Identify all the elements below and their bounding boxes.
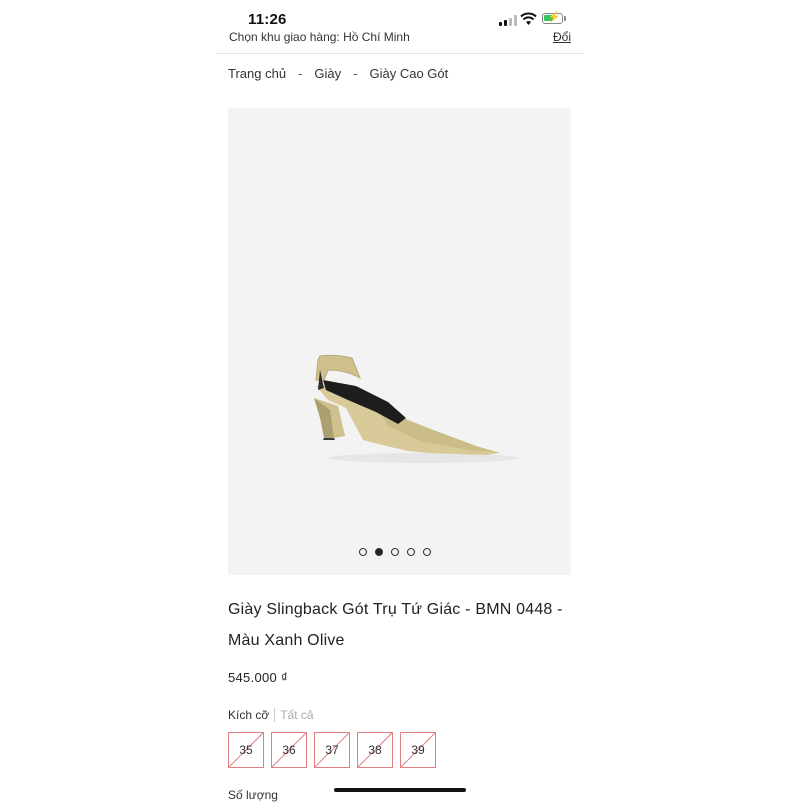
change-delivery-link[interactable]: Đổi — [553, 30, 571, 44]
size-option-label: 39 — [411, 743, 425, 757]
product-price: 545.000 ₫ — [228, 670, 288, 685]
delivery-location-text: Chọn khu giao hàng: Hồ Chí Minh — [229, 30, 410, 44]
size-option-label: 35 — [239, 743, 253, 757]
size-label: Kích cỡ — [228, 708, 270, 722]
size-label-row: Kích cỡ Tất cả — [228, 708, 314, 722]
product-image-gallery[interactable] — [228, 108, 571, 575]
size-option-35[interactable]: 35 — [228, 732, 264, 768]
size-option-38[interactable]: 38 — [357, 732, 393, 768]
size-option-label: 36 — [282, 743, 296, 757]
breadcrumb-high-heels[interactable]: Giày Cao Gót — [369, 66, 448, 81]
carousel-dot-5[interactable] — [423, 548, 431, 556]
cellular-signal-icon — [499, 15, 517, 26]
breadcrumb: Trang chủ - Giày - Giày Cao Gót — [228, 66, 448, 81]
breadcrumb-home[interactable]: Trang chủ — [228, 66, 286, 81]
breadcrumb-separator: - — [298, 66, 303, 81]
carousel-dot-4[interactable] — [407, 548, 415, 556]
carousel-dot-1[interactable] — [359, 548, 367, 556]
breadcrumb-separator: - — [353, 66, 358, 81]
battery-cap — [564, 16, 566, 21]
product-title: Giày Slingback Gót Trụ Tứ Giác - BMN 044… — [228, 601, 563, 649]
product-image — [314, 354, 518, 463]
size-option-36[interactable]: 36 — [271, 732, 307, 768]
size-option-39[interactable]: 39 — [400, 732, 436, 768]
home-indicator — [334, 788, 466, 792]
carousel-dots — [359, 548, 431, 556]
carousel-dot-3[interactable] — [391, 548, 399, 556]
wifi-icon — [520, 12, 537, 25]
size-all-link[interactable]: Tất cả — [274, 708, 314, 722]
carousel-dot-2[interactable] — [375, 548, 383, 556]
size-options: 35 36 37 38 39 — [228, 732, 436, 768]
delivery-bar: Chọn khu giao hàng: Hồ Chí Minh Đổi — [216, 26, 584, 54]
breadcrumb-shoes[interactable]: Giày — [314, 66, 341, 81]
size-option-label: 38 — [368, 743, 382, 757]
battery-icon: ⚡ — [542, 12, 563, 24]
size-option-37[interactable]: 37 — [314, 732, 350, 768]
size-option-label: 37 — [325, 743, 339, 757]
